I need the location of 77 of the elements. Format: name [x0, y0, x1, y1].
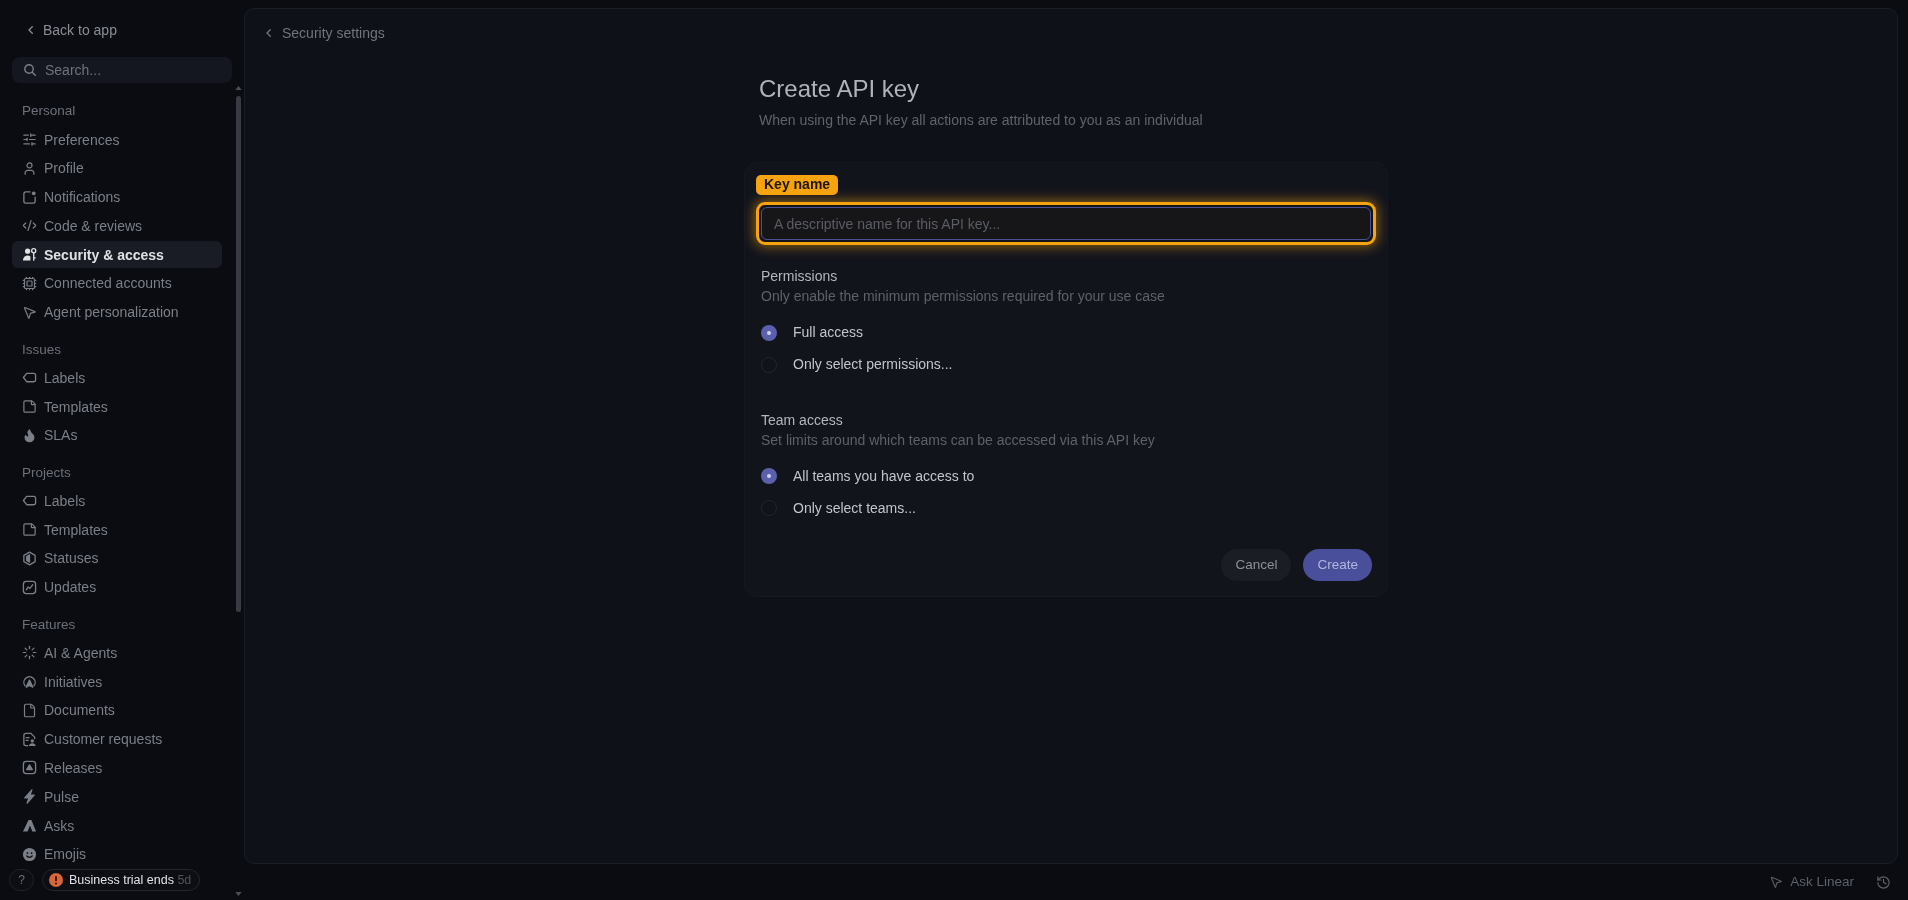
page-title: Create API key [759, 75, 920, 103]
group-description: Set limits around which teams can be accessed via this API key [761, 430, 1155, 449]
scrollbar-thumb[interactable] [236, 96, 241, 612]
alert-icon [49, 873, 63, 887]
nav-item[interactable]: Customer requests [12, 725, 222, 753]
person-icon [22, 160, 37, 176]
cancel-button[interactable]: Cancel [1221, 549, 1292, 581]
trial-badge[interactable]: Business trial ends 5d [42, 869, 201, 891]
nav-item[interactable]: Profile [12, 154, 222, 182]
chevron-left-icon [266, 29, 271, 37]
option-label[interactable]: All teams you have access to [793, 465, 975, 487]
pointer-icon [22, 304, 37, 320]
person-document-icon [22, 731, 37, 747]
burst-icon [22, 645, 37, 661]
nav-item[interactable]: Security & access [12, 241, 222, 269]
nav-item[interactable]: Pulse [12, 783, 222, 811]
section-header: Personal [22, 102, 76, 121]
pointer-icon [1769, 875, 1784, 889]
nav-item[interactable]: Labels [12, 364, 222, 392]
section-header: Issues [22, 340, 62, 359]
peak-icon [22, 818, 37, 834]
nav-item[interactable]: SLAs [12, 421, 222, 449]
chip-icon [22, 276, 37, 291]
breadcrumb-link[interactable]: Security settings [266, 24, 385, 42]
scroll-up-icon[interactable] [235, 86, 242, 90]
back-link[interactable]: Back to app [28, 21, 117, 39]
arrow-arc-icon [22, 674, 37, 690]
field-highlight-badge: Key name [756, 174, 839, 195]
nav-item[interactable]: Releases [12, 754, 222, 782]
nav-item[interactable]: Asks [12, 812, 222, 840]
bolt-icon [22, 789, 37, 805]
triangle-square-icon [22, 760, 37, 776]
radio-button[interactable] [761, 468, 777, 484]
group-description: Only enable the minimum permissions required for your use case [761, 287, 1165, 305]
option-label[interactable]: Only select permissions... [793, 354, 953, 375]
radio-button[interactable] [761, 324, 777, 341]
chevron-left-icon [28, 26, 33, 34]
chart-square-icon [22, 579, 37, 595]
sliders-icon [22, 132, 37, 147]
key-name-input[interactable]: A descriptive name for this API key... [761, 207, 1371, 240]
create-button[interactable]: Create [1303, 549, 1372, 581]
group-title: Permissions [761, 267, 838, 285]
nav-item[interactable]: Initiatives [12, 668, 222, 696]
option-label[interactable]: Full access [793, 322, 864, 343]
page-subtitle: When using the API key all actions are attributed to you as an individual [759, 111, 1203, 129]
nav-item[interactable]: AI & Agents [12, 639, 222, 667]
nav-item[interactable]: Preferences [12, 126, 222, 153]
ask-button[interactable]: Ask Linear [1769, 871, 1854, 893]
user-key-icon [22, 247, 37, 263]
note-icon [22, 522, 37, 538]
document-icon [22, 702, 37, 718]
nav-item[interactable]: Agent personalization [12, 298, 222, 326]
flame-icon [22, 427, 37, 443]
search-input[interactable]: Search... [12, 57, 232, 83]
code-icon [22, 218, 37, 234]
nav-item[interactable]: Emojis [12, 840, 222, 868]
group-title: Team access [761, 410, 843, 429]
nav-item[interactable]: Statuses [12, 544, 222, 572]
nav-item[interactable]: Connected accounts [12, 270, 222, 297]
note-icon [22, 399, 37, 415]
nav-item[interactable]: Labels [12, 487, 222, 515]
nav-item[interactable]: Templates [12, 516, 222, 544]
hexagon-icon [22, 550, 37, 566]
section-header: Projects [22, 463, 71, 482]
nav-item[interactable]: Documents [12, 696, 222, 724]
notification-icon [22, 189, 37, 205]
nav-item[interactable]: Code & reviews [12, 212, 222, 240]
smiley-icon [22, 846, 37, 862]
section-header: Features [22, 615, 76, 634]
option-label[interactable]: Only select teams... [793, 497, 916, 519]
history-icon[interactable] [1876, 874, 1891, 890]
scroll-down-icon[interactable] [235, 892, 242, 896]
help-button[interactable]: ? [9, 869, 34, 891]
nav-item[interactable]: Templates [12, 393, 222, 421]
search-icon [24, 64, 36, 76]
nav-item[interactable]: Notifications [12, 183, 222, 211]
nav-item[interactable]: Updates [12, 573, 222, 601]
